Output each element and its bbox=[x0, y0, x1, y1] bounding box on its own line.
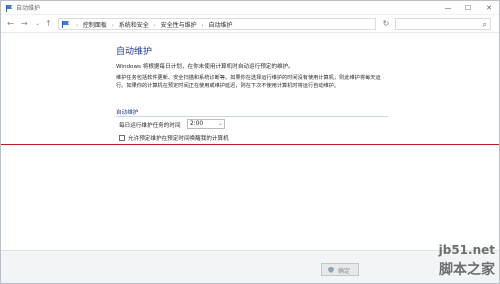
ok-button[interactable]: 确定 bbox=[321, 263, 359, 276]
forward-button[interactable]: → bbox=[21, 18, 28, 30]
maintenance-window: 自动维护 — ☐ ✕ ← → ⌄ ↑ › 控制面板 › 系统和安全 › 安全性与… bbox=[0, 0, 500, 284]
description-text: 维护任务包括软件更新、安全扫描和系统诊断等。如果你在选择运行维护的时间没有使用计… bbox=[116, 75, 381, 89]
section-divider bbox=[116, 116, 388, 117]
chevron-down-icon: ⌄ bbox=[217, 120, 223, 127]
footer-bar: 确定 bbox=[1, 250, 499, 283]
breadcrumb-control-panel[interactable]: 控制面板 bbox=[83, 22, 107, 29]
control-panel-icon bbox=[62, 21, 69, 28]
chevron-right-icon: › bbox=[76, 23, 78, 29]
navigation-bar: ← → ⌄ ↑ › 控制面板 › 系统和安全 › 安全性与维护 › 自动维护 ↻… bbox=[1, 15, 499, 33]
wake-computer-label[interactable]: 允许预定维护在预定时间唤醒我的计算机 bbox=[128, 134, 229, 142]
run-time-value: 2:00 bbox=[190, 121, 204, 127]
watermark-url: jb51.net bbox=[438, 243, 495, 257]
main-content: 自动维护 Windows 将根据每日计划，在你未使用计算机时自动运行预定的维护。… bbox=[1, 34, 499, 250]
page-title: 自动维护 bbox=[116, 47, 153, 57]
section-title: 自动维护 bbox=[116, 110, 139, 116]
address-bar[interactable]: › 控制面板 › 系统和安全 › 安全性与维护 › 自动维护 bbox=[58, 18, 376, 30]
wake-computer-checkbox[interactable] bbox=[119, 135, 125, 141]
breadcrumb-automatic-maintenance[interactable]: 自动维护 bbox=[209, 22, 233, 29]
ok-button-label: 确定 bbox=[338, 268, 351, 275]
search-icon[interactable]: ⌕ bbox=[483, 20, 487, 29]
up-button[interactable]: ↑ bbox=[45, 18, 52, 30]
breadcrumb: › 控制面板 › 系统和安全 › 安全性与维护 › 自动维护 bbox=[73, 20, 233, 29]
chevron-right-icon[interactable]: › bbox=[202, 23, 204, 29]
chevron-right-icon[interactable]: › bbox=[154, 23, 156, 29]
search-box[interactable]: ⌕ bbox=[395, 18, 491, 30]
refresh-icon[interactable]: ↻ bbox=[381, 19, 391, 29]
intro-text: Windows 将根据每日计划，在你未使用计算机时自动运行预定的维护。 bbox=[116, 64, 294, 70]
watermark-brand: 脚本之家 bbox=[439, 262, 495, 278]
run-time-label: 每日运行维护任务的时间 bbox=[119, 123, 181, 129]
annotation-line bbox=[1, 144, 499, 145]
shield-icon bbox=[328, 267, 334, 273]
close-button[interactable]: ✕ bbox=[482, 2, 496, 14]
chevron-right-icon[interactable]: › bbox=[112, 23, 114, 29]
window-title: 自动维护 bbox=[16, 5, 41, 12]
maximize-button[interactable]: ☐ bbox=[461, 2, 475, 14]
back-button[interactable]: ← bbox=[7, 18, 14, 30]
minimize-button[interactable]: — bbox=[441, 2, 455, 14]
breadcrumb-system-security[interactable]: 系统和安全 bbox=[119, 22, 149, 29]
title-bar: 自动维护 — ☐ ✕ bbox=[1, 1, 499, 15]
flag-icon bbox=[6, 5, 12, 12]
recent-locations-dropdown[interactable]: ⌄ bbox=[35, 18, 40, 30]
run-time-select[interactable]: 2:00 ⌄ bbox=[187, 119, 225, 129]
breadcrumb-security-maintenance[interactable]: 安全性与维护 bbox=[161, 22, 197, 29]
